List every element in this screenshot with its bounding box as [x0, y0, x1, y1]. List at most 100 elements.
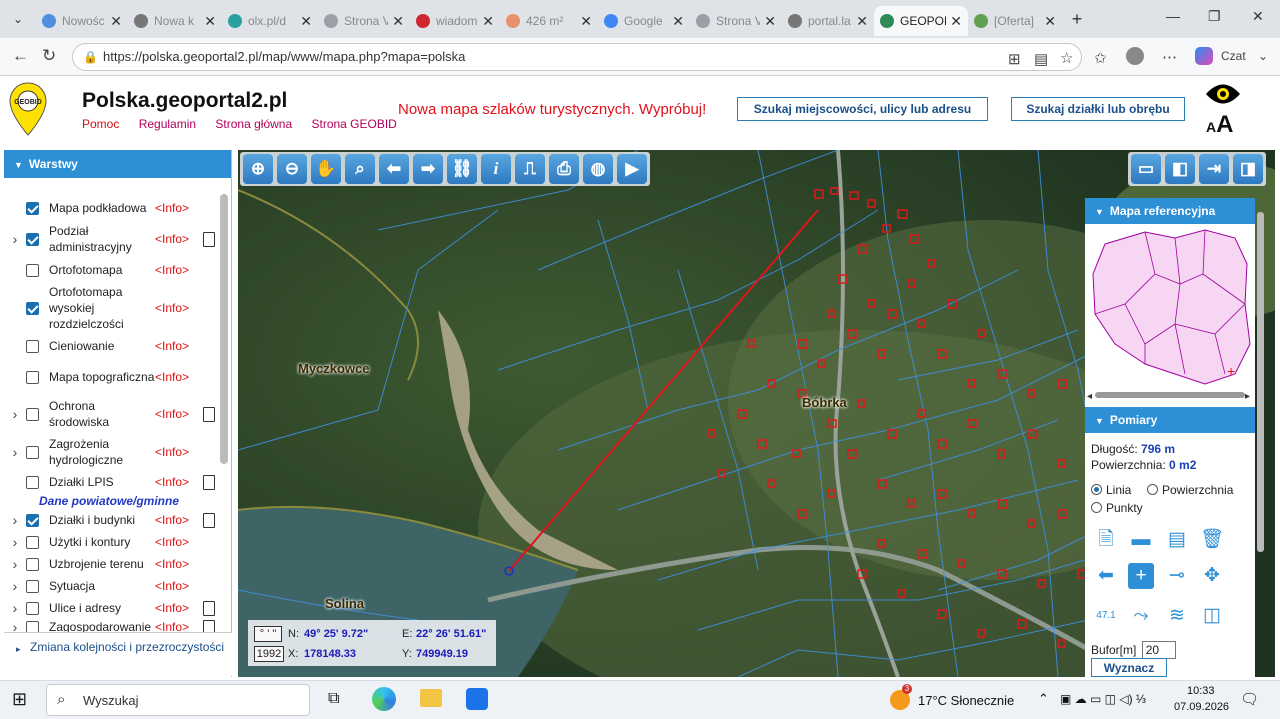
undo-arrow-icon[interactable]: ⬅ — [1093, 563, 1119, 589]
layer-row[interactable]: › Sytuacja <Info> — [4, 576, 222, 596]
delete-icon[interactable]: 🗑 — [1199, 527, 1225, 553]
url-field[interactable]: 🔒 https://polska.geoportal2.pl/map/www/m… — [72, 43, 1082, 71]
layer-row[interactable]: › Podział administracyjny <Info> — [4, 222, 222, 256]
folder-icon[interactable]: ▬ — [1128, 527, 1154, 553]
3d-box-icon[interactable]: ◫ — [1199, 603, 1225, 629]
close-window-icon[interactable]: ✕ — [1252, 8, 1264, 25]
favorites-icon[interactable]: ✩ — [1094, 49, 1107, 67]
search-address-button[interactable]: Szukaj miejscowości, ulicy lub adresu — [737, 97, 988, 121]
chevron-down-icon[interactable]: ⌄ — [1258, 49, 1268, 63]
layer-checkbox[interactable] — [26, 370, 39, 384]
browser-tab[interactable]: olx.pl/d ✕ — [222, 6, 318, 36]
mode-line-option[interactable]: Linia — [1091, 483, 1131, 497]
split-line-icon[interactable]: ⤳ — [1128, 603, 1154, 629]
expand-chevron-icon[interactable]: › — [4, 512, 26, 528]
close-tab-icon[interactable]: ✕ — [1044, 13, 1056, 30]
accessibility-eye-icon[interactable] — [1204, 81, 1242, 110]
zoom-out-icon[interactable]: ⊖ — [277, 154, 307, 184]
restore-icon[interactable]: ❐ — [1208, 8, 1221, 25]
expand-chevron-icon[interactable]: › — [4, 444, 26, 460]
expand-chevron-icon[interactable]: › — [4, 406, 26, 422]
terms-link[interactable]: Regulamin — [139, 117, 196, 131]
show-hidden-icons-icon[interactable]: ⌃ — [1038, 691, 1049, 707]
windows-start-icon[interactable]: ⊞ — [12, 689, 27, 710]
font-size-toggle[interactable]: AA — [1206, 111, 1233, 139]
search-parcel-button[interactable]: Szukaj działki lub obrębu — [1011, 97, 1185, 121]
layer-info-link[interactable]: <Info> — [155, 339, 203, 353]
layer-row[interactable]: Ortofotomapa <Info> — [4, 260, 222, 280]
close-tab-icon[interactable]: ✕ — [392, 13, 404, 30]
browser-tab[interactable]: Strona V ✕ — [690, 6, 782, 36]
layer-info-link[interactable]: <Info> — [155, 535, 203, 549]
globe-icon[interactable]: ◍ — [583, 154, 613, 184]
layer-checkbox[interactable] — [26, 339, 39, 353]
expand-chevron-icon[interactable]: › — [4, 534, 26, 550]
close-tab-icon[interactable]: ✕ — [856, 13, 868, 30]
weather-text[interactable]: 17°C Słonecznie — [918, 693, 1014, 708]
layer-row[interactable]: Mapa podkładowa <Info> — [4, 198, 222, 218]
mode-area-option[interactable]: Powierzchnia — [1147, 483, 1233, 497]
layer-checkbox[interactable] — [26, 263, 39, 277]
calculate-button[interactable]: Wyznacz — [1091, 658, 1167, 677]
layer-info-link[interactable]: <Info> — [155, 557, 203, 571]
layer-row[interactable]: › Działki i budynki <Info> — [4, 510, 222, 530]
previous-view-icon[interactable]: ⬅ — [379, 154, 409, 184]
browser-tab[interactable]: Google ✕ — [598, 6, 690, 36]
close-tab-icon[interactable]: ✕ — [672, 13, 684, 30]
tray-icons[interactable]: ▣ ☁ ▭ ◫ ◁) ⅓ — [1060, 692, 1146, 706]
profile-avatar[interactable] — [1126, 47, 1144, 65]
link-icon[interactable]: ⛓ — [447, 154, 477, 184]
layer-checkbox[interactable] — [26, 513, 39, 527]
document-icon[interactable]: 🗎 — [1093, 527, 1119, 553]
legend-document-icon[interactable] — [203, 474, 215, 490]
browser-tab[interactable]: wiadom ✕ — [410, 6, 500, 36]
browser-tab[interactable]: Strona V ✕ — [318, 6, 410, 36]
close-tab-icon[interactable]: ✕ — [580, 13, 592, 30]
next-view-icon[interactable]: ➡ — [413, 154, 443, 184]
back-icon[interactable]: ← — [12, 46, 29, 66]
fullscreen-top-icon[interactable]: ▭ — [1131, 154, 1161, 184]
layer-info-link[interactable]: <Info> — [155, 445, 203, 459]
clock-time[interactable]: 10:33 — [1187, 685, 1215, 697]
close-tab-icon[interactable]: ✕ — [482, 13, 494, 30]
layer-checkbox[interactable] — [26, 232, 39, 246]
measure-header[interactable]: ▼ Pomiary — [1085, 407, 1255, 433]
measure-ruler-icon[interactable]: ⎍ — [515, 154, 545, 184]
layer-checkbox[interactable] — [26, 535, 39, 549]
site-title[interactable]: Polska.geoportal2.pl — [82, 89, 287, 113]
move-point-icon[interactable]: ✥ — [1199, 563, 1225, 589]
zoom-in-icon[interactable]: ⊕ — [243, 154, 273, 184]
order-transparency-link[interactable]: ▸ Zmiana kolejności i przezroczystości — [4, 632, 232, 676]
print-icon[interactable]: ⎙ — [549, 154, 579, 184]
layer-info-link[interactable]: <Info> — [155, 201, 203, 215]
layer-checkbox[interactable] — [26, 475, 39, 489]
layer-info-link[interactable]: <Info> — [155, 232, 203, 246]
layer-row[interactable]: › Uzbrojenie terenu <Info> — [4, 554, 222, 574]
mode-points-option[interactable]: Punkty — [1091, 501, 1143, 515]
home-link[interactable]: Strona główna — [215, 117, 292, 131]
help-link[interactable]: Pomoc — [82, 117, 119, 131]
camera-icon[interactable]: ▶ — [617, 154, 647, 184]
new-tab-button[interactable]: + — [1062, 9, 1092, 30]
pan-hand-icon[interactable]: ✋ — [311, 154, 341, 184]
layer-row[interactable]: › Ulice i adresy <Info> — [4, 598, 222, 618]
file-explorer-icon[interactable] — [420, 689, 442, 707]
close-tab-icon[interactable]: ✕ — [764, 13, 776, 30]
browser-tab[interactable]: Nowośc ✕ — [36, 6, 128, 36]
promo-banner[interactable]: Nowa mapa szlaków turystycznych. Wypróbu… — [398, 101, 706, 118]
outlook-icon[interactable] — [466, 688, 488, 710]
layer-checkbox[interactable] — [26, 445, 39, 459]
legend-document-icon[interactable] — [203, 512, 215, 528]
info-icon[interactable]: i — [481, 154, 511, 184]
layer-row[interactable]: › Zagrożenia hydrologiczne <Info> — [4, 435, 222, 469]
expand-chevron-icon[interactable]: › — [4, 600, 26, 616]
layer-info-link[interactable]: <Info> — [155, 407, 203, 421]
notifications-icon[interactable]: 🗨 — [1240, 690, 1259, 708]
task-view-icon[interactable]: ⧉ — [328, 690, 339, 708]
edge-browser-icon[interactable] — [372, 687, 396, 711]
layer-info-link[interactable]: <Info> — [155, 301, 203, 315]
close-tab-icon[interactable]: ✕ — [204, 13, 216, 30]
reference-map[interactable]: + ◂ ▸ — [1085, 224, 1255, 408]
tab-actions-chevron-icon[interactable]: ⌄ — [0, 0, 36, 38]
crs-1992-button[interactable]: 1992 — [254, 646, 284, 662]
